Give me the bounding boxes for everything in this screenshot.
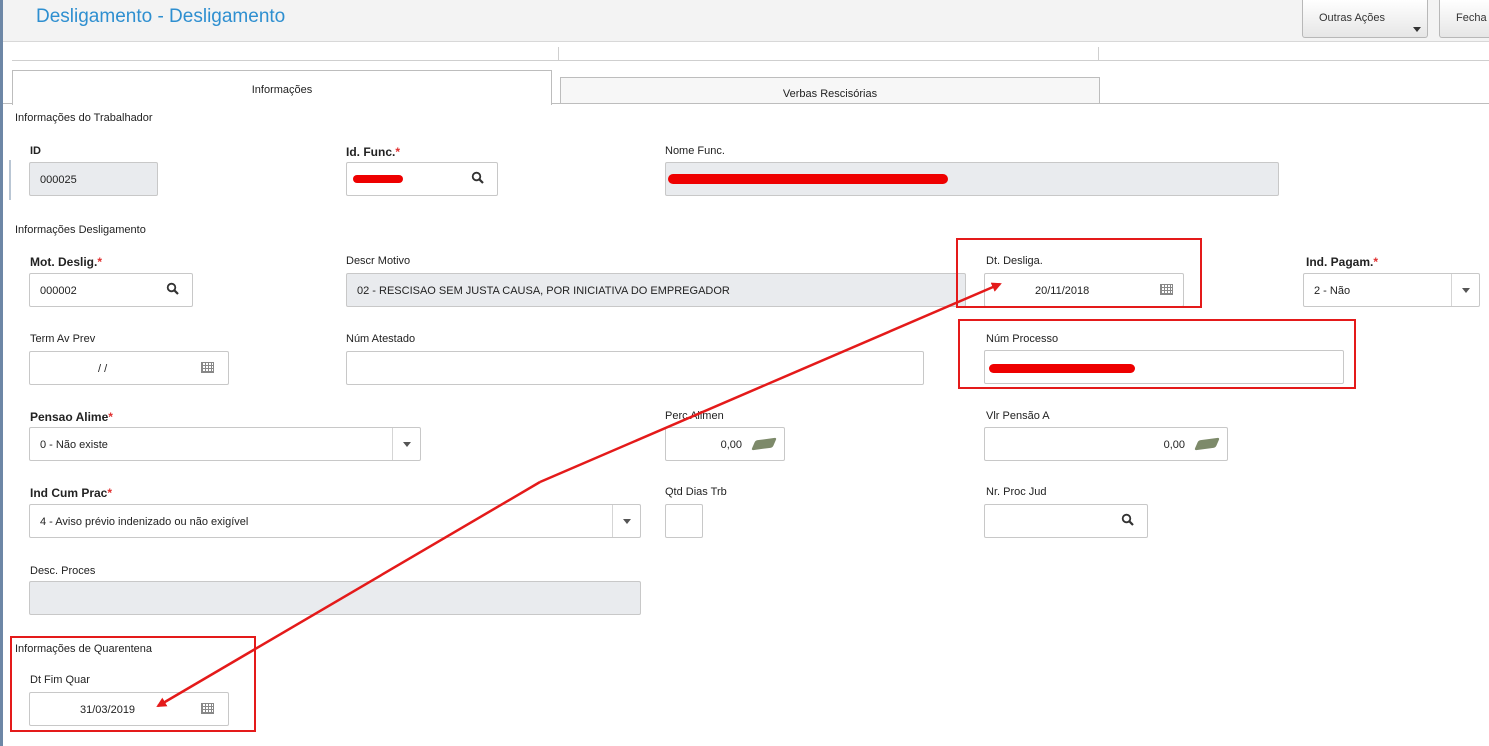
arrow-to-dt-desliga [539,282,1002,484]
arrow-to-dt-fim-quar [156,480,541,708]
annotation-arrows [156,282,1002,708]
